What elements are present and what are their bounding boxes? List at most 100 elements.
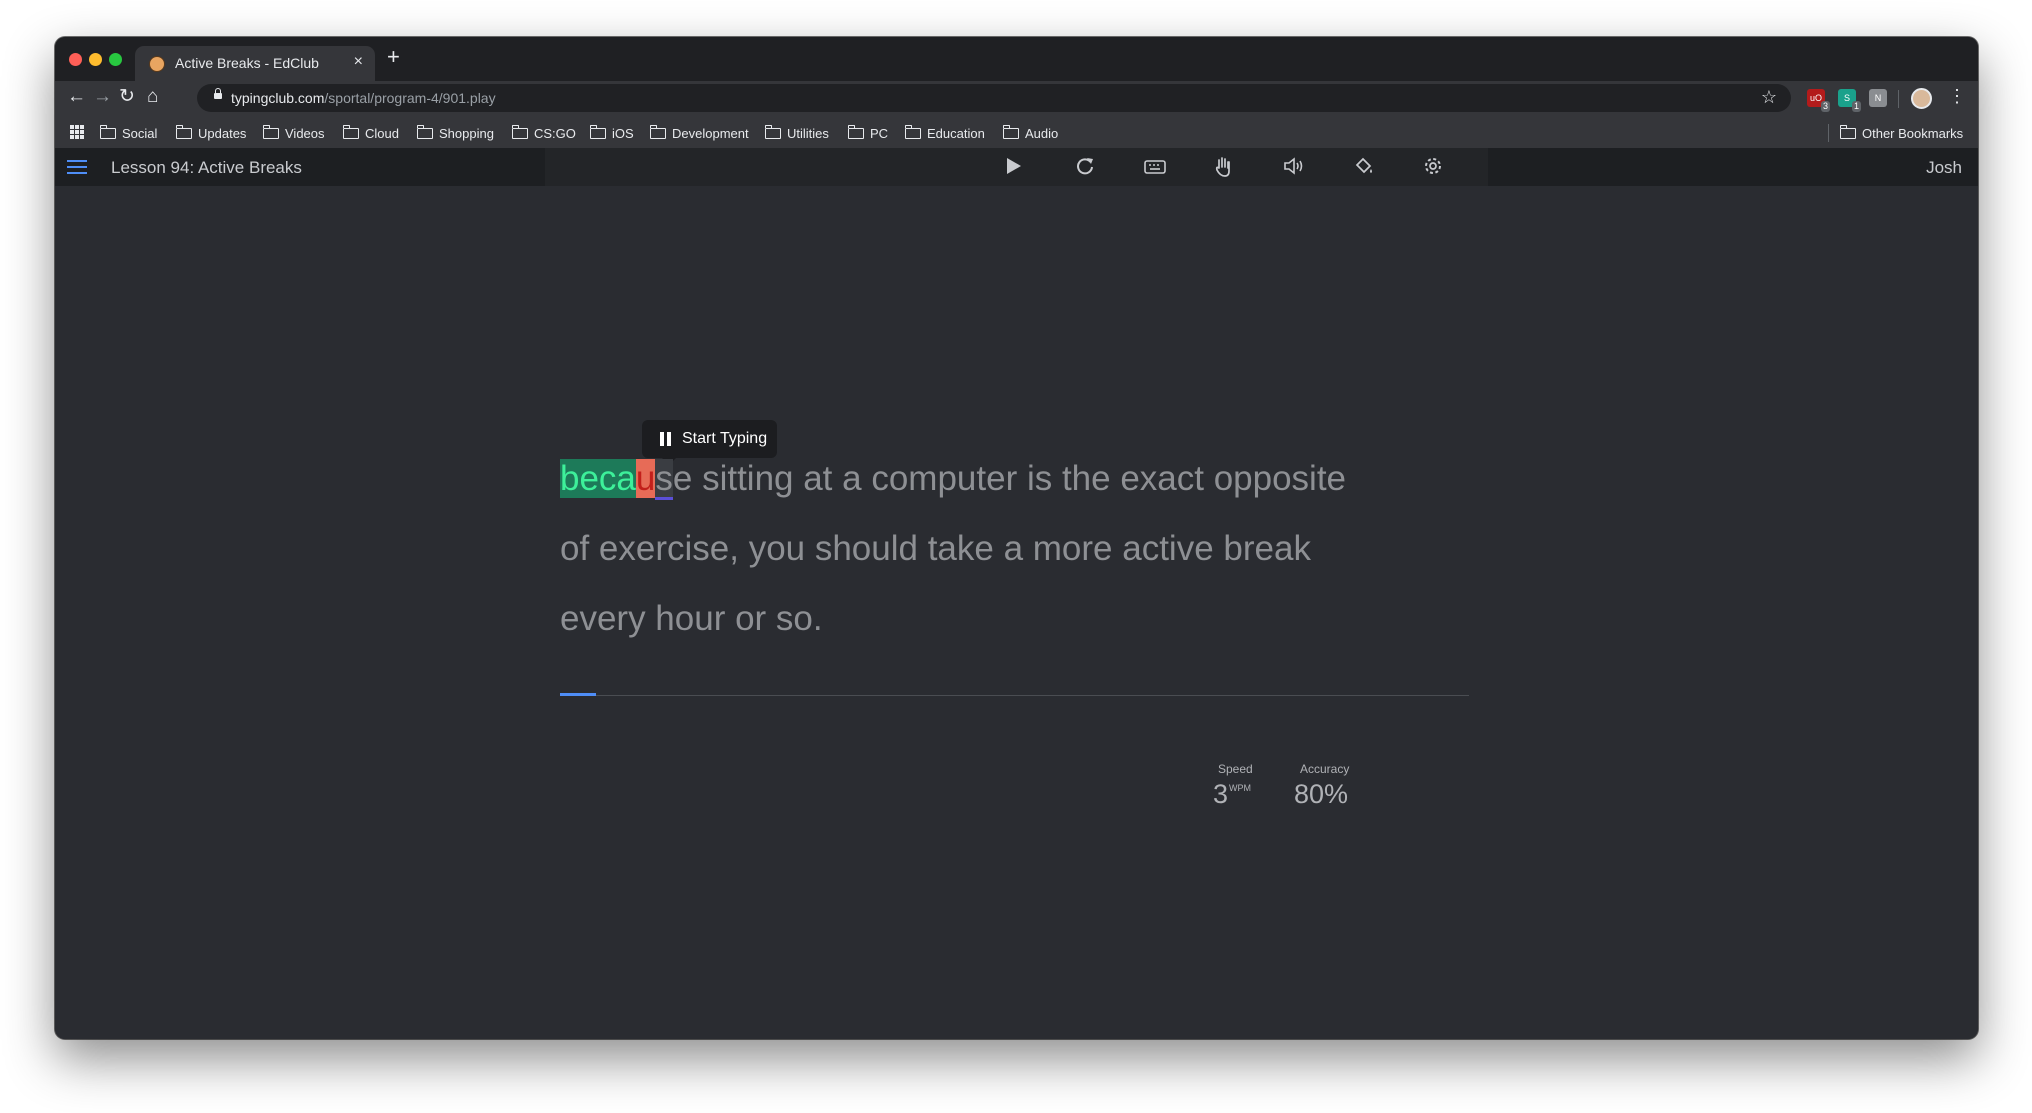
profile-avatar[interactable] [1911, 88, 1932, 109]
progress-track [560, 695, 1469, 696]
bookmark-social[interactable]: Social [99, 124, 158, 142]
apps-grid-icon[interactable] [70, 125, 84, 139]
bookmark-education[interactable]: Education [904, 124, 985, 142]
play-icon[interactable] [1005, 156, 1023, 181]
folder-icon [904, 124, 921, 139]
bookmark-label: Shopping [439, 125, 494, 141]
browser-toolbar: ← → ↻ ⌂ typingclub.com/sportal/program-4… [55, 81, 1978, 116]
bookmark-label: Videos [285, 125, 325, 141]
folder-icon [1839, 124, 1856, 139]
lesson-title: Lesson 94: Active Breaks [111, 158, 302, 177]
accuracy-value: 80% [1294, 779, 1349, 809]
speed-unit: WPM [1229, 783, 1252, 793]
bookmark-updates[interactable]: Updates [175, 124, 247, 142]
theme-icon[interactable] [1353, 156, 1375, 181]
edclub-favicon-icon [149, 56, 165, 72]
tab-title: Active Breaks - EdClub [175, 55, 319, 71]
bookmark-cloud[interactable]: Cloud [342, 124, 399, 142]
speed-number: 3 [1213, 779, 1229, 809]
zoom-window-button[interactable] [109, 53, 122, 66]
folder-icon [99, 124, 116, 139]
tab-close-icon[interactable]: × [354, 53, 363, 71]
text-line-2: of exercise, you should take a more acti… [560, 529, 1311, 568]
grey-extension-icon[interactable]: N [1869, 89, 1887, 107]
text-line-1: because sitting at a computer is the exa… [560, 459, 1346, 499]
bookmark-label: Development [672, 125, 749, 141]
bookmark-label: Cloud [365, 125, 399, 141]
bookmark-label: Social [122, 125, 158, 141]
accuracy-label: Accuracy [1300, 762, 1350, 776]
forward-icon[interactable]: → [93, 86, 112, 108]
typed-text: beca [560, 459, 636, 498]
ublock-extension-icon[interactable]: uO 3 [1807, 89, 1830, 112]
bookmark-shopping[interactable]: Shopping [416, 124, 494, 142]
other-bookmarks[interactable]: Other Bookmarks [1839, 124, 1964, 142]
bookmarks-divider [1828, 124, 1829, 142]
tab-strip: Active Breaks - EdClub × + [55, 37, 1978, 81]
restart-icon[interactable] [1075, 156, 1095, 181]
folder-icon [262, 124, 279, 139]
reload-icon[interactable]: ↻ [119, 86, 135, 108]
folder-icon [416, 124, 433, 139]
bookmark-label: Education [927, 125, 985, 141]
folder-icon [847, 124, 864, 139]
pause-icon [660, 432, 672, 446]
text-line-3: every hour or so. [560, 599, 823, 638]
folder-icon [589, 124, 606, 139]
keyboard-icon[interactable] [1143, 156, 1167, 181]
url-host: typingclub.com [231, 90, 325, 106]
bookmark-star-icon[interactable]: ☆ [1761, 87, 1777, 108]
remaining-text: e sitting at a computer is the exact opp… [672, 459, 1347, 498]
other-bookmarks-label: Other Bookmarks [1862, 125, 1964, 141]
browser-window: Active Breaks - EdClub × + ← → ↻ ⌂ typin… [55, 37, 1978, 1039]
user-name[interactable]: Josh [1926, 158, 1962, 178]
ext-badge: 3 [1820, 101, 1830, 112]
sider-extension-icon[interactable]: S1 [1838, 89, 1861, 112]
menu-icon[interactable] [67, 160, 87, 174]
sound-icon[interactable] [1283, 156, 1305, 181]
new-tab-button[interactable]: + [387, 46, 400, 68]
bookmarks-bar: Social Updates Videos Cloud Shopping CS:… [55, 116, 1978, 148]
back-icon[interactable]: ← [67, 86, 86, 108]
toolbar-divider [1898, 90, 1899, 108]
folder-icon [1002, 124, 1019, 139]
close-window-button[interactable] [69, 53, 82, 66]
progress-bar [560, 693, 597, 696]
bookmark-ios[interactable]: iOS [589, 124, 634, 142]
bookmark-label: Utilities [787, 125, 829, 141]
start-typing-tooltip: Start Typing [642, 420, 777, 465]
lesson-header: Lesson 94: Active Breaks Josh [55, 148, 1978, 186]
folder-icon [342, 124, 359, 139]
bookmark-label: PC [870, 125, 889, 141]
typing-area[interactable]: Start Typing because sitting at a comput… [55, 186, 1978, 1039]
speed-label: Speed [1218, 762, 1253, 776]
bookmark-audio[interactable]: Audio [1002, 124, 1059, 142]
tab-active-breaks[interactable]: Active Breaks - EdClub × [135, 46, 375, 81]
home-icon[interactable]: ⌂ [147, 86, 158, 108]
error-letter: u [635, 459, 656, 498]
folder-icon [175, 124, 192, 139]
browser-menu-icon[interactable]: ⋮ [1948, 86, 1966, 107]
bookmark-label: Updates [198, 125, 247, 141]
bookmark-label: iOS [612, 125, 634, 141]
folder-icon [649, 124, 666, 139]
bookmark-csgo[interactable]: CS:GO [511, 124, 576, 142]
url-text: typingclub.com/sportal/program-4/901.pla… [231, 90, 496, 106]
tooltip-label: Start Typing [682, 430, 768, 447]
cursor-letter: s [655, 459, 673, 498]
ext-badge: 1 [1851, 101, 1861, 112]
speed-value: 3WPM [1213, 779, 1251, 810]
bookmark-pc[interactable]: PC [847, 124, 889, 142]
bookmark-label: CS:GO [534, 125, 576, 141]
bookmark-utilities[interactable]: Utilities [764, 124, 829, 142]
lock-icon [214, 88, 222, 99]
hand-icon[interactable] [1213, 156, 1233, 183]
minimize-window-button[interactable] [89, 53, 102, 66]
url-path: /sportal/program-4/901.play [324, 90, 496, 106]
bookmark-videos[interactable]: Videos [262, 124, 325, 142]
folder-icon [764, 124, 781, 139]
bookmark-development[interactable]: Development [649, 124, 749, 142]
address-bar[interactable]: typingclub.com/sportal/program-4/901.pla… [197, 84, 1791, 112]
bookmark-label: Audio [1025, 125, 1059, 141]
settings-icon[interactable] [1423, 156, 1443, 181]
